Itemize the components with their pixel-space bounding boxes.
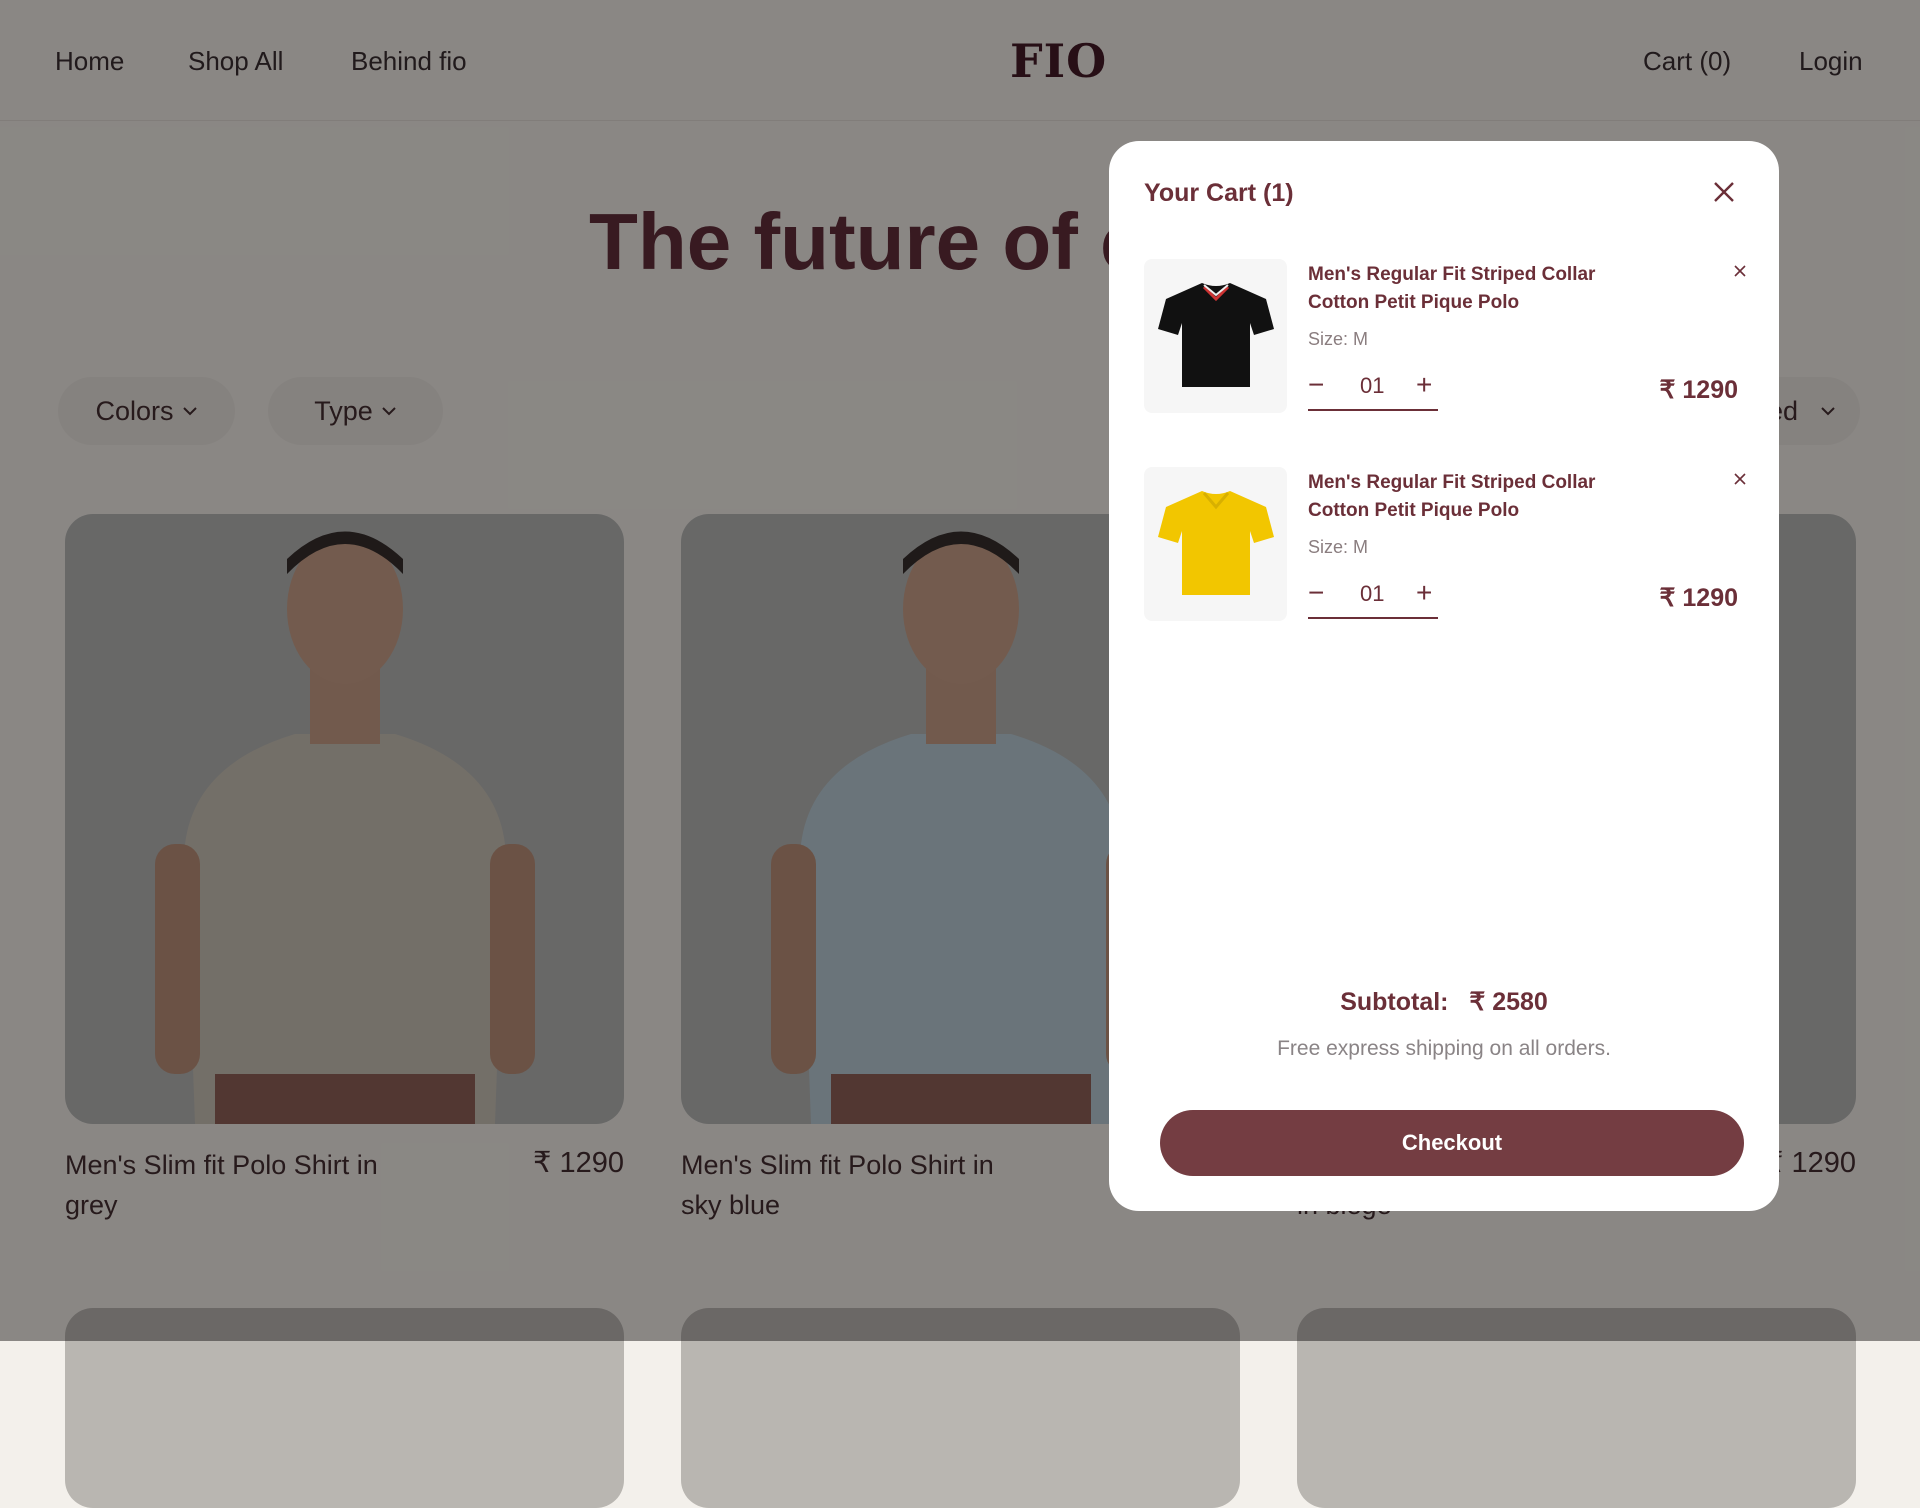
cart-item: Men's Regular Fit Striped Collar Cotton … [1144, 259, 1746, 419]
quantity-value[interactable]: 01 [1360, 581, 1384, 607]
cart-item-price: ₹ 1290 [1659, 376, 1738, 404]
decrease-quantity-button[interactable]: − [1308, 577, 1324, 609]
cart-item-size: Size: M [1308, 329, 1369, 349]
cart-item-image [1144, 259, 1287, 413]
remove-item-icon[interactable] [1732, 263, 1748, 279]
cart-item-size: Size: M [1308, 537, 1369, 557]
quantity-stepper: − 01 + [1308, 577, 1438, 619]
cart-title: Your Cart (1) [1144, 179, 1294, 207]
quantity-value[interactable]: 01 [1360, 373, 1384, 399]
increase-quantity-button[interactable]: + [1416, 577, 1432, 609]
cart-item: Men's Regular Fit Striped Collar Cotton … [1144, 467, 1746, 627]
cart-subtotal: Subtotal: ₹ 2580 [1340, 988, 1548, 1016]
close-icon[interactable] [1709, 177, 1739, 207]
increase-quantity-button[interactable]: + [1416, 369, 1432, 401]
decrease-quantity-button[interactable]: − [1308, 369, 1324, 401]
shipping-note: Free express shipping on all orders. [1277, 1037, 1611, 1060]
cart-modal: Your Cart (1) Men's Regular Fit Striped … [1109, 141, 1779, 1211]
checkout-button[interactable]: Checkout [1160, 1110, 1744, 1176]
cart-item-price: ₹ 1290 [1659, 584, 1738, 612]
remove-item-icon[interactable] [1732, 471, 1748, 487]
cart-item-name[interactable]: Men's Regular Fit Striped Collar Cotton … [1308, 261, 1638, 317]
quantity-stepper: − 01 + [1308, 369, 1438, 411]
cart-item-name[interactable]: Men's Regular Fit Striped Collar Cotton … [1308, 469, 1638, 525]
cart-item-image [1144, 467, 1287, 621]
